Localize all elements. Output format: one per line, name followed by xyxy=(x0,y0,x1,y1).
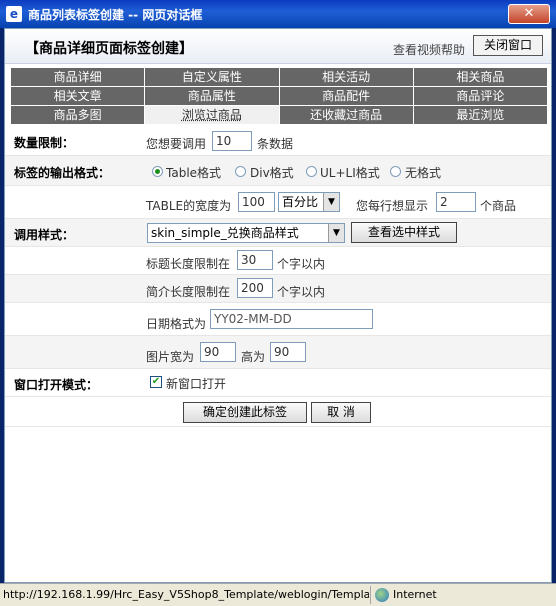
view-style-button[interactable]: 查看选中样式 xyxy=(351,222,457,243)
quantity-input[interactable]: 10 xyxy=(212,131,252,151)
style-select[interactable]: skin_simple_兑换商品样式 ▼ xyxy=(147,223,345,243)
style-label: 调用样式： xyxy=(14,228,75,242)
title-length-suffix: 个字以内 xyxy=(277,257,326,271)
image-height-prefix: 高为 xyxy=(241,350,266,364)
tab-product-accessories[interactable]: 商品配件 xyxy=(279,87,414,106)
dialog-content: 【商品详细页面标签创建】 查看视频帮助 关闭窗口 商品详细 自定义属性 相关活动… xyxy=(4,28,552,583)
intro-length-prefix: 简介长度限制在 xyxy=(146,285,231,299)
tab-product-reviews[interactable]: 商品评论 xyxy=(413,87,547,106)
dialog-header: 【商品详细页面标签创建】 查看视频帮助 关闭窗口 xyxy=(5,29,551,64)
security-zone-label: Internet xyxy=(393,588,437,601)
image-width-prefix: 图片宽为 xyxy=(146,350,195,364)
status-divider xyxy=(370,586,371,604)
image-size-row: 图片宽为 90 高为 90 xyxy=(5,336,551,369)
table-width-row: TABLE的宽度为 100 百分比 ▼ 您每行想显示 2 个商品 xyxy=(5,186,551,219)
radio-table-format[interactable] xyxy=(152,166,163,177)
tab-custom-attributes[interactable]: 自定义属性 xyxy=(145,68,280,87)
radio-no-format-label: 无格式 xyxy=(405,166,442,180)
quantity-suffix: 条数据 xyxy=(257,137,294,151)
width-unit-value: 百分比 xyxy=(282,195,319,209)
tab-row: 商品详细 自定义属性 相关活动 相关商品 xyxy=(11,68,547,87)
radio-div-label: Div格式 xyxy=(250,166,294,180)
style-row: 调用样式： skin_simple_兑换商品样式 ▼ 查看选中样式 xyxy=(5,219,551,247)
quantity-label: 数量限制： xyxy=(14,136,75,150)
cancel-button[interactable]: 取 消 xyxy=(311,402,371,423)
video-help-link[interactable]: 查看视频帮助 xyxy=(393,41,465,58)
date-format-input[interactable]: YY02-MM-DD xyxy=(210,309,373,329)
image-width-input[interactable]: 90 xyxy=(200,342,236,362)
table-width-prefix: TABLE的宽度为 xyxy=(146,199,232,213)
tab-also-favorited[interactable]: 还收藏过商品 xyxy=(279,106,414,125)
close-window-button[interactable]: 关闭窗口 xyxy=(473,35,543,56)
actions-row: 确定创建此标签 取 消 xyxy=(5,397,551,427)
tab-row: 商品多图 浏览过商品 还收藏过商品 最近浏览 xyxy=(11,106,547,125)
quantity-row: 数量限制： 您想要调用 10 条数据 xyxy=(5,126,551,156)
new-window-label: 新窗口打开 xyxy=(166,377,227,391)
new-window-checkbox[interactable]: ✔ xyxy=(150,376,162,388)
internet-globe-icon xyxy=(375,588,389,602)
chevron-down-icon: ▼ xyxy=(323,193,339,211)
status-url: http://192.168.1.99/Hrc_Easy_V5Shop8_Tem… xyxy=(3,588,369,601)
per-row-suffix: 个商品 xyxy=(480,199,517,213)
window-close-icon[interactable]: ✕ xyxy=(508,4,550,24)
tab-related-activities[interactable]: 相关活动 xyxy=(279,68,414,87)
radio-table-label: Table格式 xyxy=(166,166,222,180)
radio-ul-li-format[interactable] xyxy=(306,166,317,177)
tab-related-products[interactable]: 相关商品 xyxy=(413,68,547,87)
window-mode-label: 窗口打开模式： xyxy=(14,378,99,392)
style-select-value: skin_simple_兑换商品样式 xyxy=(151,226,299,240)
width-unit-select[interactable]: 百分比 ▼ xyxy=(278,192,340,212)
title-length-input[interactable]: 30 xyxy=(237,250,273,270)
tab-row: 相关文章 商品属性 商品配件 商品评论 xyxy=(11,87,547,106)
radio-ul-li-label: UL+LI格式 xyxy=(320,166,380,180)
intro-length-row: 简介长度限制在 200 个字以内 xyxy=(5,275,551,303)
intro-length-input[interactable]: 200 xyxy=(237,278,273,298)
date-format-row: 日期格式为 YY02-MM-DD xyxy=(5,303,551,336)
date-format-prefix: 日期格式为 xyxy=(146,317,207,331)
tab-recently-viewed[interactable]: 最近浏览 xyxy=(413,106,547,125)
radio-div-format[interactable] xyxy=(235,166,246,177)
window-mode-row: 窗口打开模式： ✔ 新窗口打开 xyxy=(5,369,551,397)
title-length-prefix: 标题长度限制在 xyxy=(146,257,231,271)
quantity-prefix: 您想要调用 xyxy=(146,137,207,151)
image-height-input[interactable]: 90 xyxy=(270,342,306,362)
tab-product-images[interactable]: 商品多图 xyxy=(11,106,146,125)
page-title: 【商品详细页面标签创建】 xyxy=(25,41,193,57)
per-row-prefix: 您每行想显示 xyxy=(356,199,429,213)
status-bar: http://192.168.1.99/Hrc_Easy_V5Shop8_Tem… xyxy=(0,583,556,606)
intro-length-suffix: 个字以内 xyxy=(277,285,326,299)
window-title: 商品列表标签创建 -- 网页对话框 xyxy=(28,8,203,22)
table-width-input[interactable]: 100 xyxy=(238,192,275,212)
tab-related-articles[interactable]: 相关文章 xyxy=(11,87,146,106)
tab-product-detail[interactable]: 商品详细 xyxy=(11,68,146,87)
tab-grid: 商品详细 自定义属性 相关活动 相关商品 相关文章 商品属性 商品配件 商品评论… xyxy=(11,68,547,125)
radio-no-format[interactable] xyxy=(390,166,401,177)
output-format-label: 标签的输出格式： xyxy=(14,166,111,180)
title-length-row: 标题长度限制在 30 个字以内 xyxy=(5,247,551,275)
per-row-input[interactable]: 2 xyxy=(436,192,476,212)
ie-app-icon: e xyxy=(6,6,22,22)
output-format-row: 标签的输出格式： Table格式 Div格式 UL+LI格式 无格式 xyxy=(5,156,551,186)
chevron-down-icon: ▼ xyxy=(328,224,344,242)
window-titlebar: e 商品列表标签创建 -- 网页对话框 ✕ xyxy=(0,0,556,28)
confirm-create-button[interactable]: 确定创建此标签 xyxy=(183,402,307,423)
tab-product-attributes[interactable]: 商品属性 xyxy=(145,87,280,106)
tab-browsed-products[interactable]: 浏览过商品 xyxy=(145,106,280,125)
